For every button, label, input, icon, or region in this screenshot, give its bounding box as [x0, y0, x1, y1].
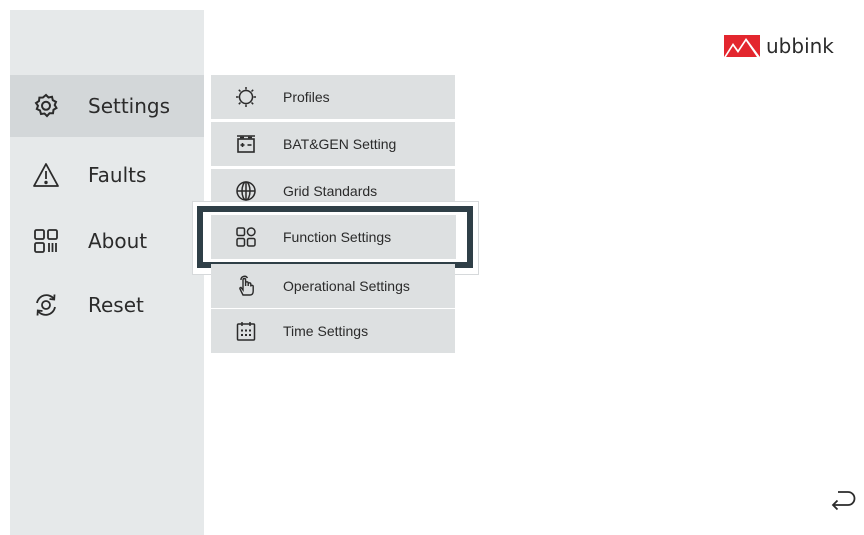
hand-touch-icon — [234, 274, 258, 298]
sidebar-item-label: Faults — [88, 163, 147, 187]
ubbink-logo-icon — [724, 35, 760, 57]
warning-icon — [32, 161, 60, 189]
submenu-item-profiles[interactable]: Profiles — [211, 75, 455, 119]
sidebar-item-settings[interactable]: Settings — [10, 75, 204, 137]
selection-highlight — [197, 206, 473, 268]
battery-icon — [234, 132, 258, 156]
submenu-item-operational-settings[interactable]: Operational Settings — [211, 264, 455, 308]
grid-icon — [32, 227, 60, 255]
submenu-item-time-settings[interactable]: Time Settings — [211, 309, 455, 353]
return-icon — [831, 491, 856, 511]
submenu-item-label: Grid Standards — [283, 183, 378, 199]
sidebar-item-label: Settings — [88, 94, 171, 118]
back-button[interactable] — [828, 486, 858, 514]
gear-icon — [32, 92, 60, 120]
reset-icon — [32, 291, 60, 319]
sidebar-item-label: Reset — [88, 293, 144, 317]
submenu-item-label: BAT&GEN Setting — [283, 136, 397, 152]
submenu-item-label: Profiles — [283, 89, 330, 105]
brand-logo: ubbink — [724, 33, 834, 59]
sidebar-item-faults[interactable]: Faults — [10, 144, 204, 206]
sidebar-item-label: About — [88, 229, 148, 253]
submenu-item-label: Time Settings — [283, 323, 369, 339]
submenu-item-label: Operational Settings — [283, 278, 410, 294]
brand-name: ubbink — [766, 34, 834, 58]
sidebar-item-reset[interactable]: Reset — [10, 274, 204, 336]
profile-sun-icon — [234, 85, 258, 109]
submenu-item-bat-gen-setting[interactable]: BAT&GEN Setting — [211, 122, 455, 166]
sidebar-item-about[interactable]: About — [10, 210, 204, 272]
globe-icon — [234, 179, 258, 203]
calendar-icon — [234, 319, 258, 343]
